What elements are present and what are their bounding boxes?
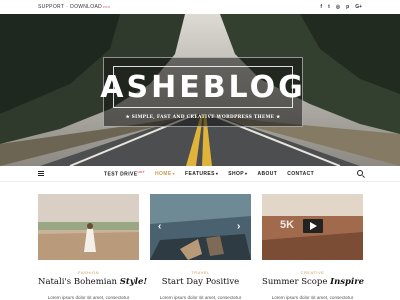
nav-item-label: TEST DRIVE (104, 171, 138, 178)
chevron-down-icon: ▾ (245, 171, 248, 176)
top-bar-links: SUPPORT · DOWNLOAD PRO (38, 4, 110, 10)
chevron-down-icon: ▾ (215, 171, 219, 176)
post-title[interactable]: Summer Scope Inspire (262, 277, 365, 287)
post-title-text: Start Day Positive (161, 277, 240, 287)
search-icon[interactable] (357, 170, 363, 176)
site-tagline: ★ SIMPLE, FAST AND CREATIVE WORDPRESS TH… (125, 115, 281, 120)
post-excerpt: Lorem ipsum dolor sit amet, consectetur (159, 295, 242, 300)
slider-next-icon[interactable]: › (237, 221, 240, 232)
nav-item-features[interactable]: FEATURES▾ (185, 171, 218, 177)
pinterest-icon[interactable]: p (346, 4, 349, 10)
google-plus-icon[interactable]: G+ (355, 4, 362, 10)
post-card: FASHION Natali's Bohemian Style! Lorem i… (38, 194, 147, 300)
post-title-text: Natali's Bohemian (38, 277, 120, 287)
post-category[interactable]: TRAVEL (150, 270, 251, 275)
post-image[interactable] (38, 194, 139, 260)
nav-item-test-drive[interactable]: TEST DRIVEHOT (104, 170, 145, 178)
support-link[interactable]: SUPPORT (38, 4, 64, 10)
featured-posts: FASHION Natali's Bohemian Style! Lorem i… (38, 194, 365, 300)
post-title-emphasis: Style! (119, 277, 148, 287)
twitter-icon[interactable]: t (328, 4, 330, 10)
nav-item-label: HOME (155, 171, 172, 177)
post-excerpt: Lorem ipsum dolor sit amet, consectetur (47, 295, 130, 300)
separator: · (66, 4, 69, 10)
nav-item-label: ABOUT (257, 171, 278, 177)
nav-item-label: FEATURES (185, 171, 215, 177)
logo-box[interactable]: ASHEBLOG ★ SIMPLE, FAST AND CREATIVE WOR… (100, 57, 305, 127)
instagram-icon[interactable]: ◎ (336, 4, 340, 10)
header-banner: ASHEBLOG ★ SIMPLE, FAST AND CREATIVE WOR… (0, 14, 400, 166)
chevron-down-icon: ▾ (172, 171, 176, 176)
nav-item-shop[interactable]: SHOP▾ (228, 171, 247, 177)
post-excerpt: Lorem ipsum dolor sit amet, consectetur (271, 295, 354, 300)
post-image[interactable] (150, 194, 251, 260)
top-bar: SUPPORT · DOWNLOAD PRO f t ◎ p G+ (0, 0, 400, 14)
post-title-text: Summer Scope (262, 277, 331, 287)
post-title-emphasis: Inspire (330, 277, 365, 287)
site-logo[interactable]: ASHEBLOG (100, 70, 305, 105)
post-title[interactable]: Start Day Positive (150, 277, 251, 287)
hot-badge: HOT (137, 170, 145, 175)
download-link[interactable]: DOWNLOAD (70, 4, 102, 10)
post-card: 5K CREATIVE Summer Scope Inspire Lorem i… (262, 194, 365, 300)
nav-item-label: SHOP (228, 171, 245, 177)
nav-menu: TEST DRIVEHOT HOME▾ FEATURES▾ SHOP▾ ABOU… (104, 166, 314, 182)
post-image[interactable]: 5K (262, 194, 363, 260)
post-category[interactable]: FASHION (38, 270, 139, 275)
post-category[interactable]: CREATIVE (262, 270, 363, 275)
video-overlay-text: 5K (280, 219, 294, 231)
facebook-icon[interactable]: f (320, 4, 322, 10)
nav-item-home[interactable]: HOME▾ (155, 171, 175, 177)
nav-item-about[interactable]: ABOUT (257, 171, 277, 177)
slider-prev-icon[interactable]: ‹ (158, 221, 161, 232)
social-links: f t ◎ p G+ (320, 4, 362, 10)
post-title[interactable]: Natali's Bohemian Style! (38, 277, 147, 287)
nav-item-label: CONTACT (287, 171, 315, 177)
nav-item-contact[interactable]: CONTACT (287, 171, 314, 177)
main-nav: TEST DRIVEHOT HOME▾ FEATURES▾ SHOP▾ ABOU… (0, 166, 400, 182)
post-card: ‹ › TRAVEL Start Day Positive Lorem ipsu… (150, 194, 251, 300)
pro-badge: PRO (103, 5, 111, 9)
hamburger-icon[interactable] (38, 171, 44, 176)
